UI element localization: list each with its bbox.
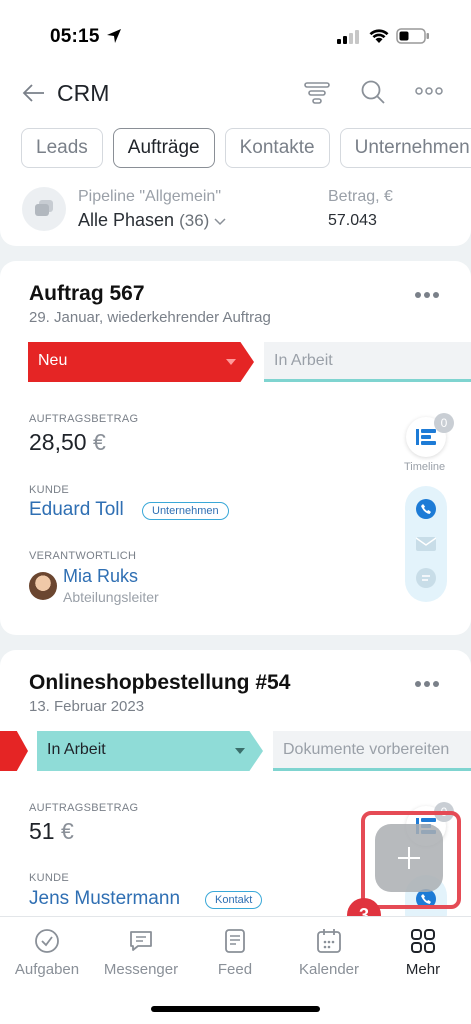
stage-current[interactable]: In Arbeit <box>37 731 263 771</box>
client-link[interactable]: Eduard Toll <box>29 499 124 521</box>
battery-icon <box>396 28 429 44</box>
deal-title: Auftrag 567 <box>29 282 145 305</box>
header-panel: CRM Leads Aufträge Kontakte Unternehmen … <box>0 70 471 246</box>
tab-aufgaben[interactable]: Aufgaben <box>0 927 94 978</box>
location-arrow-icon <box>107 29 121 43</box>
tab-leads[interactable]: Leads <box>21 128 103 168</box>
status-time: 05:15 <box>50 26 100 47</box>
amount-value: 51 <box>29 818 55 844</box>
calendar-icon <box>317 929 341 953</box>
filter-icon[interactable] <box>303 80 331 106</box>
more-horizontal-icon[interactable] <box>414 291 440 299</box>
email-icon[interactable] <box>416 537 436 551</box>
more-horizontal-icon[interactable] <box>414 680 440 688</box>
check-circle-icon <box>35 929 59 953</box>
timeline-icon <box>416 429 436 445</box>
tab-label: Feed <box>217 961 253 978</box>
stage-current-label: Neu <box>38 352 68 369</box>
sum-label: Betrag, € <box>328 188 393 205</box>
tab-feed[interactable]: Feed <box>188 927 282 978</box>
stage-next[interactable]: Dokumente vorbereiten <box>273 731 471 771</box>
client-label: KUNDE <box>29 872 70 884</box>
currency-symbol: € <box>60 818 74 844</box>
amount-label: AUFTRAGSBETRAG <box>29 802 139 814</box>
wifi-icon <box>369 29 389 43</box>
responsible-label: VERANTWORTLICH <box>29 550 137 562</box>
amount-value: 28,50 <box>29 429 87 455</box>
more-horizontal-icon[interactable] <box>415 84 443 98</box>
deal-amount: 51 € <box>29 818 74 845</box>
status-bar: 05:15 <box>0 0 471 70</box>
tab-kontakte[interactable]: Kontakte <box>224 128 330 168</box>
pipeline-icon[interactable] <box>22 187 66 231</box>
grid-icon <box>411 929 435 953</box>
timeline-label: Timeline <box>404 461 446 473</box>
cellular-signal-icon <box>337 30 359 44</box>
timeline-count-badge: 0 <box>434 413 454 433</box>
deal-subtitle: 29. Januar, wiederkehrender Auftrag <box>29 309 271 326</box>
pipeline-selector[interactable]: Alle Phasen (36) <box>78 210 226 231</box>
tab-messenger[interactable]: Messenger <box>94 927 188 978</box>
entity-tabs: Leads Aufträge Kontakte Unternehmen <box>21 128 471 168</box>
tab-label: Aufgaben <box>14 961 80 978</box>
phone-icon[interactable] <box>416 499 436 519</box>
responsible-role: Abteilungsleiter <box>63 589 159 605</box>
deal-amount: 28,50 € <box>29 429 106 456</box>
stage-current[interactable]: Neu <box>28 342 254 382</box>
tab-mehr[interactable]: Mehr <box>376 927 470 978</box>
tab-label: Kalender <box>298 961 360 978</box>
client-link[interactable]: Jens Mustermann <box>29 888 180 910</box>
sum-value: 57.043 <box>328 212 377 229</box>
chat-bubble-icon[interactable] <box>416 568 436 588</box>
client-label: KUNDE <box>29 484 70 496</box>
home-indicator <box>151 1006 320 1012</box>
avatar <box>29 572 57 600</box>
stage-current-label: In Arbeit <box>47 741 106 758</box>
amount-label: AUFTRAGSBETRAG <box>29 413 139 425</box>
tab-label: Mehr <box>405 961 441 978</box>
tab-kalender[interactable]: Kalender <box>282 927 376 978</box>
stage-previous[interactable] <box>0 731 28 771</box>
tab-auftraege[interactable]: Aufträge <box>112 128 215 168</box>
chevron-down-icon <box>214 218 226 226</box>
pipeline-count: (36) <box>179 211 210 230</box>
deal-subtitle: 13. Februar 2023 <box>29 698 145 715</box>
highlight-frame <box>361 811 461 909</box>
back-arrow-icon[interactable] <box>22 82 46 104</box>
caret-down-icon <box>226 359 236 365</box>
caret-down-icon <box>235 748 245 754</box>
feed-icon <box>225 929 245 953</box>
search-icon[interactable] <box>360 79 386 105</box>
pipeline-label: Pipeline "Allgemein" <box>78 188 221 205</box>
communication-panel <box>405 486 447 602</box>
client-type-badge: Kontakt <box>205 891 263 909</box>
tab-label: Messenger <box>103 961 179 978</box>
stage-next-label: Dokumente vorbereiten <box>283 741 450 758</box>
responsible-name[interactable]: Mia Ruks <box>63 566 138 587</box>
deal-card[interactable]: Auftrag 567 29. Januar, wiederkehrender … <box>0 261 471 635</box>
page-title: CRM <box>57 80 110 106</box>
deal-title: Onlineshopbestellung #54 <box>29 671 291 694</box>
chat-icon <box>130 931 152 951</box>
stage-next[interactable]: In Arbeit <box>264 342 471 382</box>
pipeline-stage-value: Alle Phasen <box>78 210 175 230</box>
stage-next-label: In Arbeit <box>274 352 333 369</box>
tab-unternehmen[interactable]: Unternehmen <box>339 128 471 168</box>
client-type-badge: Unternehmen <box>142 502 229 520</box>
currency-symbol: € <box>92 429 106 455</box>
